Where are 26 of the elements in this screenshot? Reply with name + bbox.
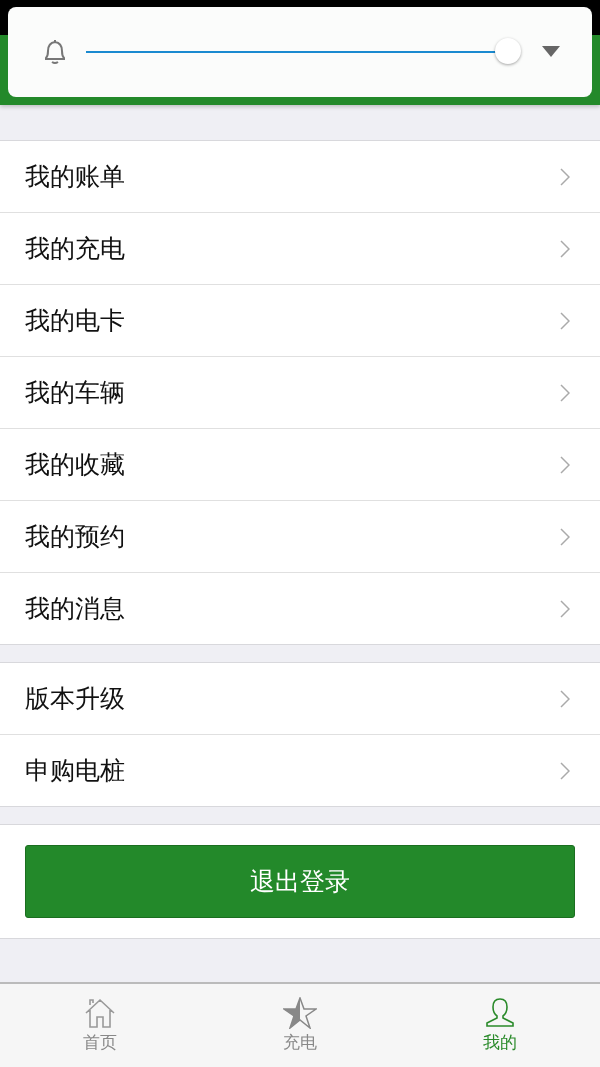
person-icon [484, 997, 516, 1029]
star-icon [283, 997, 317, 1029]
chevron-icon [560, 167, 570, 186]
menu-item[interactable]: 版本升级 [0, 663, 600, 735]
chevron-icon [560, 527, 570, 546]
menu-item[interactable]: 申购电桩 [0, 735, 600, 806]
chevron-icon [560, 599, 570, 618]
menu-item[interactable]: 我的电卡 [0, 285, 600, 357]
chevron-icon [560, 761, 570, 780]
chevron-icon [560, 383, 570, 402]
chevron-icon [560, 311, 570, 330]
chevron-icon [560, 239, 570, 258]
menu-item[interactable]: 我的消息 [0, 573, 600, 644]
menu-item[interactable]: 我的车辆 [0, 357, 600, 429]
house-icon [84, 997, 116, 1029]
logout-button[interactable]: 退出登录 [25, 845, 575, 918]
volume-slider[interactable] [86, 38, 522, 66]
bell-icon [42, 38, 68, 66]
chevron-icon [560, 689, 570, 708]
menu-item[interactable]: 我的收藏 [0, 429, 600, 501]
menu-item[interactable]: 我的账单 [0, 141, 600, 213]
menu-item[interactable]: 我的预约 [0, 501, 600, 573]
tab[interactable]: 我的 [400, 984, 600, 1067]
chevron-icon [560, 455, 570, 474]
dropdown-icon[interactable] [542, 46, 560, 58]
menu-item[interactable]: 我的充电 [0, 213, 600, 285]
